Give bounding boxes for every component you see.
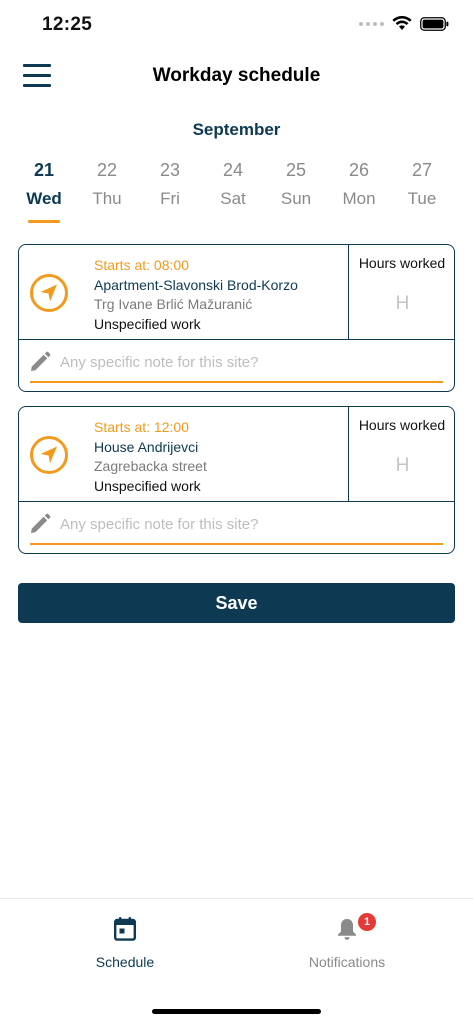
day-name: Sun bbox=[280, 189, 312, 208]
start-time: Starts at: 12:00 bbox=[94, 419, 189, 435]
home-indicator bbox=[152, 1009, 321, 1014]
tab-notifications[interactable]: 1 Notifications bbox=[272, 913, 422, 970]
site-note-field[interactable]: Any specific note for this site? bbox=[19, 503, 454, 553]
day-item-22[interactable]: 22 Thu bbox=[76, 158, 138, 226]
page-title: Workday schedule bbox=[152, 65, 321, 86]
hours-worked-box: Hours worked H bbox=[348, 407, 455, 502]
work-type: Unspecified work bbox=[94, 316, 201, 332]
status-bar: 12:25 bbox=[0, 0, 473, 50]
day-selector: 21 Wed 22 Thu 23 Fri 24 Sat 25 Sun 26 Mo… bbox=[13, 158, 463, 228]
day-number: 26 bbox=[348, 160, 370, 180]
day-number: 22 bbox=[96, 160, 118, 180]
status-time: 12:25 bbox=[42, 14, 93, 35]
note-underline bbox=[30, 381, 443, 383]
hours-worked-input[interactable]: H bbox=[359, 455, 446, 481]
note-placeholder: Any specific note for this site? bbox=[60, 354, 259, 371]
site-name: Apartment-Slavonski Brod-Korzo bbox=[94, 277, 298, 293]
day-item-27[interactable]: 27 Tue bbox=[391, 158, 453, 226]
day-number: 25 bbox=[285, 160, 307, 180]
site-card-header: Starts at: 12:00 House Andrijevci Zagreb… bbox=[19, 407, 454, 502]
site-address: Trg Ivane Brlić Mažuranić bbox=[94, 296, 253, 312]
month-label: September bbox=[192, 120, 281, 139]
site-card: Starts at: 08:00 Apartment-Slavonski Bro… bbox=[18, 244, 455, 392]
signal-icon bbox=[359, 21, 384, 26]
hours-worked-input[interactable]: H bbox=[359, 293, 446, 319]
tab-schedule[interactable]: Schedule bbox=[50, 917, 200, 970]
day-name: Thu bbox=[92, 189, 122, 208]
tab-label: Schedule bbox=[95, 954, 155, 970]
notification-badge: 1 bbox=[358, 913, 376, 931]
day-number: 21 bbox=[33, 160, 55, 180]
site-info: Starts at: 12:00 House Andrijevci Zagreb… bbox=[94, 418, 344, 496]
app-header: Workday schedule bbox=[0, 52, 473, 100]
battery-icon bbox=[420, 16, 449, 31]
calendar-icon bbox=[114, 917, 137, 941]
site-card: Starts at: 12:00 House Andrijevci Zagreb… bbox=[18, 406, 455, 554]
navigation-arrow-icon[interactable] bbox=[30, 436, 68, 474]
note-placeholder: Any specific note for this site? bbox=[60, 516, 259, 533]
site-name: House Andrijevci bbox=[94, 439, 199, 455]
bottom-tab-bar: Schedule 1 Notifications bbox=[0, 898, 473, 1024]
site-note-field[interactable]: Any specific note for this site? bbox=[19, 341, 454, 391]
site-info: Starts at: 08:00 Apartment-Slavonski Bro… bbox=[94, 256, 344, 334]
pencil-icon bbox=[31, 513, 51, 533]
hours-worked-label: Hours worked bbox=[358, 417, 446, 433]
status-icons bbox=[359, 16, 449, 31]
bell-icon bbox=[338, 919, 356, 940]
day-item-25[interactable]: 25 Sun bbox=[265, 158, 327, 226]
day-item-21[interactable]: 21 Wed bbox=[13, 158, 75, 226]
day-item-23[interactable]: 23 Fri bbox=[139, 158, 201, 226]
day-item-26[interactable]: 26 Mon bbox=[328, 158, 390, 226]
day-name: Sat bbox=[220, 189, 246, 208]
day-name: Fri bbox=[160, 189, 180, 208]
day-name: Mon bbox=[342, 189, 376, 208]
active-day-indicator bbox=[28, 220, 60, 223]
pencil-icon bbox=[31, 351, 51, 371]
site-address: Zagrebacka street bbox=[94, 458, 207, 474]
day-name: Tue bbox=[407, 189, 437, 208]
day-item-24[interactable]: 24 Sat bbox=[202, 158, 264, 226]
day-number: 23 bbox=[159, 160, 181, 180]
start-time: Starts at: 08:00 bbox=[94, 257, 189, 273]
site-card-header: Starts at: 08:00 Apartment-Slavonski Bro… bbox=[19, 245, 454, 340]
hours-worked-box: Hours worked H bbox=[348, 245, 455, 340]
note-underline bbox=[30, 543, 443, 545]
day-number: 24 bbox=[222, 160, 244, 180]
wifi-icon bbox=[392, 16, 412, 30]
day-name: Wed bbox=[26, 189, 62, 208]
work-type: Unspecified work bbox=[94, 478, 201, 494]
day-number: 27 bbox=[411, 160, 433, 180]
navigation-arrow-icon[interactable] bbox=[30, 274, 68, 312]
save-button[interactable]: Save bbox=[18, 583, 455, 623]
tab-label: Notifications bbox=[308, 954, 386, 970]
hours-worked-label: Hours worked bbox=[358, 255, 446, 271]
